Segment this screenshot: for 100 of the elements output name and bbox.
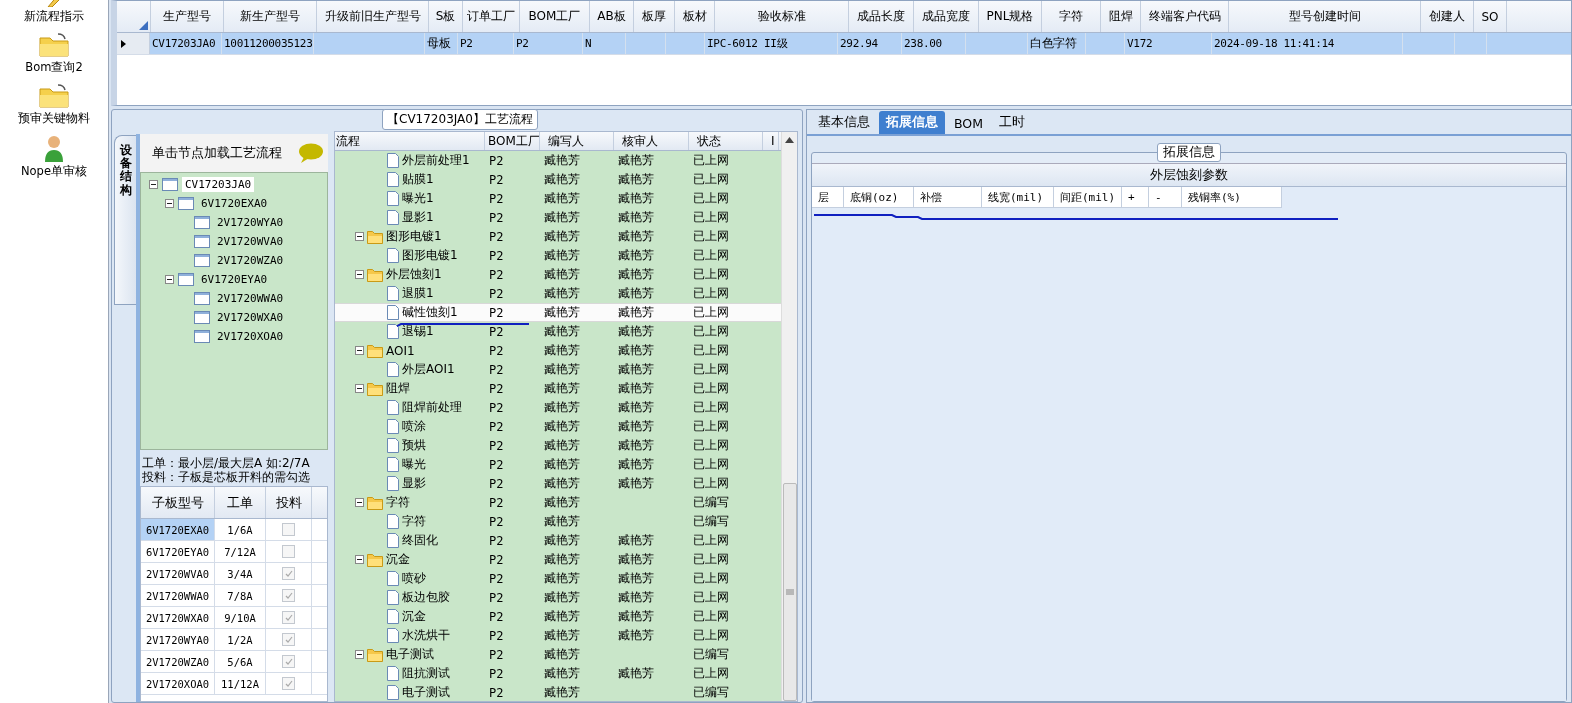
table-cell: 已上网 xyxy=(693,304,729,321)
tree-node[interactable]: 2V1720WYA0 xyxy=(214,215,287,230)
column-header[interactable]: 底铜(oz) xyxy=(844,187,914,207)
column-header[interactable]: 编写人 xyxy=(540,132,614,150)
column-header[interactable]: S板 xyxy=(429,1,463,32)
tree-node[interactable]: 2V1720WZA0 xyxy=(214,253,287,268)
column-header[interactable]: 状态 xyxy=(689,132,763,150)
column-header[interactable]: 验收标准 xyxy=(715,1,849,32)
table-cell: P2 xyxy=(489,495,504,510)
process-step[interactable]: 外层AOI1 xyxy=(402,361,455,378)
process-step[interactable]: 沉金 xyxy=(386,551,410,568)
tree-node[interactable]: 6V1720EXA0 xyxy=(198,196,271,211)
process-step[interactable]: 碱性蚀刻1 xyxy=(402,304,458,321)
tab[interactable]: BOM xyxy=(947,113,990,134)
column-header[interactable]: - xyxy=(1149,187,1182,207)
table-cell: 臧艳芳 xyxy=(544,627,580,644)
column-header[interactable]: 子板型号 xyxy=(141,487,215,518)
process-step[interactable]: AOI1 xyxy=(386,343,415,358)
table-cell: 已上网 xyxy=(693,456,729,473)
tree-node[interactable]: 2V1720WWA0 xyxy=(214,291,287,306)
process-step[interactable]: 退锡1 xyxy=(402,323,434,340)
process-step[interactable]: 曝光 xyxy=(402,456,426,473)
process-step[interactable]: 阻焊前处理 xyxy=(402,399,462,416)
table-cell: P2 xyxy=(489,229,504,244)
table-cell: 已上网 xyxy=(693,399,729,416)
process-step[interactable]: 终固化 xyxy=(402,532,438,549)
process-step[interactable]: 电子测试 xyxy=(402,684,450,701)
tab[interactable]: 基本信息 xyxy=(811,111,877,134)
process-step[interactable]: 曝光1 xyxy=(402,190,434,207)
tree-node[interactable]: 2V1720WVA0 xyxy=(214,234,287,249)
column-header[interactable]: 工单 xyxy=(215,487,266,518)
table-cell: 臧艳芳 xyxy=(618,570,654,587)
column-header[interactable]: 板材 xyxy=(675,1,715,32)
column-header[interactable]: I xyxy=(763,132,779,150)
tree-node[interactable]: 2V1720XOA0 xyxy=(214,329,287,344)
process-step[interactable]: 显影1 xyxy=(402,209,434,226)
column-header[interactable]: SO xyxy=(1474,1,1507,32)
tree-node[interactable]: 2V1720WXA0 xyxy=(214,310,287,325)
column-header[interactable]: 残铜率(%) xyxy=(1182,187,1282,207)
table-cell: 臧艳芳 xyxy=(544,589,580,606)
process-step[interactable]: 电子测试 xyxy=(386,646,434,663)
process-step[interactable]: 图形电镀1 xyxy=(402,247,458,264)
process-step[interactable]: 板边包胶 xyxy=(402,589,450,606)
sidebar-item[interactable]: 新流程指示 xyxy=(24,0,84,24)
column-header[interactable]: BOM工厂 xyxy=(485,132,540,150)
tab[interactable]: 拓展信息 xyxy=(879,111,945,134)
process-step[interactable]: 字符 xyxy=(386,494,410,511)
sidebar-item[interactable]: Bom查询2 xyxy=(25,32,83,75)
process-step[interactable]: 外层蚀刻1 xyxy=(386,266,442,283)
tab[interactable]: 工时 xyxy=(992,111,1032,134)
side-tab[interactable]: 设备结构 xyxy=(114,135,136,305)
column-header[interactable]: PNL规格 xyxy=(979,1,1042,32)
column-header[interactable]: 生产型号 xyxy=(151,1,224,32)
column-header[interactable]: 投料 xyxy=(266,487,312,518)
column-header[interactable]: 终端客户代码 xyxy=(1141,1,1229,32)
process-step[interactable]: 沉金 xyxy=(402,608,426,625)
column-header[interactable]: 流程 xyxy=(335,132,485,150)
table-cell: 臧艳芳 xyxy=(544,608,580,625)
column-header[interactable]: 字符 xyxy=(1042,1,1101,32)
table-cell: 臧艳芳 xyxy=(544,323,580,340)
column-header[interactable]: 补偿 xyxy=(914,187,982,207)
tree-node[interactable]: CV17203JA0 xyxy=(182,177,255,192)
process-step[interactable]: 显影 xyxy=(402,475,426,492)
process-step[interactable]: 水洗烘干 xyxy=(402,627,450,644)
column-header[interactable]: 成品宽度 xyxy=(914,1,979,32)
column-header[interactable]: 间距(mil) xyxy=(1054,187,1122,207)
column-header[interactable]: 成品长度 xyxy=(849,1,914,32)
column-header[interactable]: 型号创建时间 xyxy=(1229,1,1421,32)
sidebar-item[interactable]: Nope单审核 xyxy=(21,134,87,179)
table-cell: 臧艳芳 xyxy=(618,342,654,359)
column-header[interactable]: BOM工厂 xyxy=(520,1,590,32)
process-step[interactable]: 阻抗测试 xyxy=(402,665,450,682)
process-step[interactable]: 喷砂 xyxy=(402,570,426,587)
table-cell: 已上网 xyxy=(693,589,729,606)
column-header[interactable]: AB板 xyxy=(590,1,634,32)
column-header[interactable]: 层 xyxy=(812,187,844,207)
table-cell: 已上网 xyxy=(693,323,729,340)
process-step[interactable]: 退膜1 xyxy=(402,285,434,302)
column-header[interactable]: 核审人 xyxy=(614,132,689,150)
column-header[interactable]: 新生产型号 xyxy=(224,1,317,32)
column-header[interactable]: 板厚 xyxy=(634,1,675,32)
column-header[interactable]: 订单工厂 xyxy=(463,1,520,32)
table-cell: 已上网 xyxy=(693,380,729,397)
column-header[interactable]: + xyxy=(1122,187,1149,207)
table-cell: 已编写 xyxy=(693,646,729,663)
table-cell: 已上网 xyxy=(693,152,729,169)
column-header[interactable]: 升级前旧生产型号 xyxy=(317,1,429,32)
process-step[interactable]: 外层前处理1 xyxy=(402,152,470,169)
tree-node[interactable]: 6V1720EYA0 xyxy=(198,272,271,287)
sidebar-item[interactable]: 预审关键物料 xyxy=(18,83,90,126)
column-header[interactable]: 线宽(mil) xyxy=(982,187,1054,207)
column-header[interactable]: 阻焊 xyxy=(1101,1,1141,32)
process-step[interactable]: 图形电镀1 xyxy=(386,228,442,245)
process-step[interactable]: 字符 xyxy=(402,513,426,530)
process-step[interactable]: 预烘 xyxy=(402,437,426,454)
process-step[interactable]: 喷涂 xyxy=(402,418,426,435)
process-step[interactable]: 贴膜1 xyxy=(402,171,434,188)
table-cell: 臧艳芳 xyxy=(544,342,580,359)
process-step[interactable]: 阻焊 xyxy=(386,380,410,397)
column-header[interactable]: 创建人 xyxy=(1421,1,1474,32)
